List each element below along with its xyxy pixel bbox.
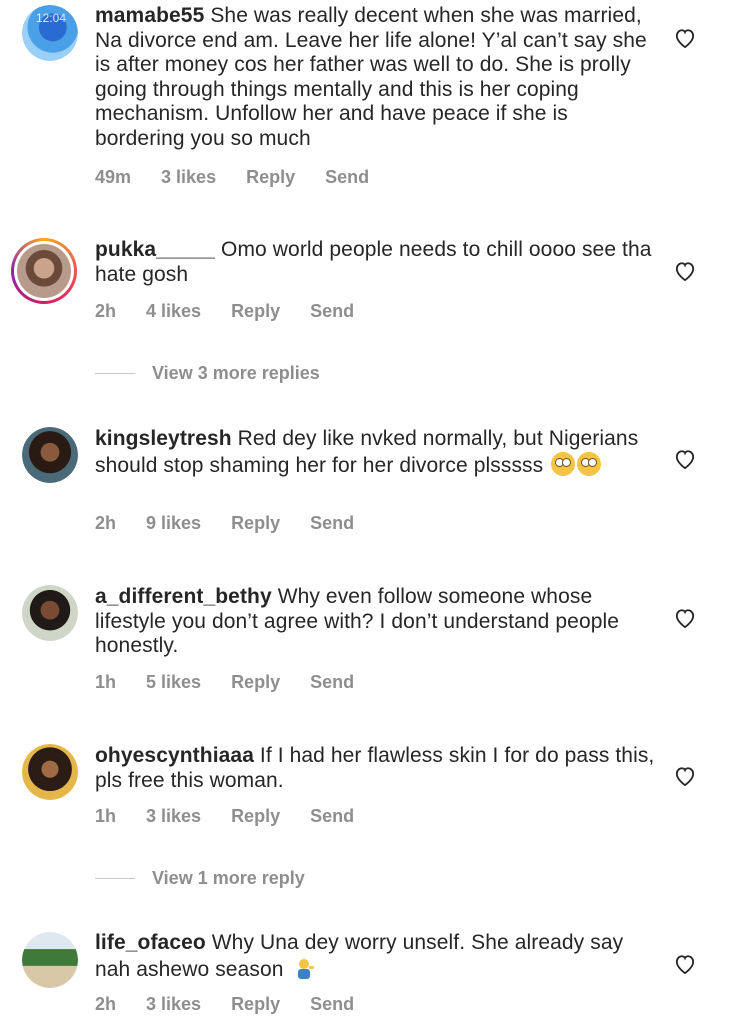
comment-username[interactable]: ohyescynthiaaa [95,744,254,767]
avatar[interactable] [11,238,77,304]
heart-icon[interactable] [674,261,696,281]
comment-likes[interactable]: 9 likes [146,513,201,534]
divider [95,878,135,879]
comment-time: 1h [95,672,117,692]
face-with-rolling-eyes-icon [577,451,602,476]
avatar[interactable] [22,744,78,800]
send-button[interactable]: Send [310,806,354,827]
reply-button[interactable]: Reply [231,513,280,534]
comment-username[interactable]: a_different_bethy [95,585,272,608]
comment-time: 2h [95,301,117,321]
divider [95,373,135,374]
avatar[interactable] [22,585,78,641]
reply-button[interactable]: Reply [231,301,280,322]
comment-username[interactable]: pukka_____ [95,238,215,261]
reply-button[interactable]: Reply [231,806,280,827]
send-button[interactable]: Send [310,994,354,1015]
comment-time: 2h [95,513,117,533]
send-button[interactable]: Send [310,672,354,693]
send-button[interactable]: Send [310,301,354,322]
comment-likes[interactable]: 3 likes [161,167,216,188]
heart-icon[interactable] [674,608,696,628]
send-button[interactable]: Send [325,167,369,188]
person-tipping-hand-icon [298,958,315,979]
send-button[interactable]: Send [310,513,354,534]
heart-icon[interactable] [674,954,696,974]
comment-time: 2h [95,994,117,1014]
comment-likes[interactable]: 5 likes [146,672,201,693]
reply-button[interactable]: Reply [231,672,280,693]
avatar[interactable] [22,932,78,988]
avatar[interactable] [22,427,78,483]
avatar-overlay-time: 12:04 [36,11,67,25]
face-with-rolling-eyes-icon [551,451,576,476]
comment-time: 1h [95,806,117,826]
comment-likes[interactable]: 3 likes [146,806,201,827]
reply-button[interactable]: Reply [231,994,280,1015]
view-more-replies[interactable]: View 1 more reply [95,868,305,889]
view-more-replies[interactable]: View 3 more replies [95,363,320,384]
avatar[interactable]: 12:04 [22,5,78,61]
comment-likes[interactable]: 3 likes [146,994,201,1015]
comment-username[interactable]: mamabe55 [95,4,204,27]
comment-time: 49m [95,167,132,187]
comment-username[interactable]: life_ofaceo [95,931,206,954]
view-replies-label[interactable]: View 3 more replies [152,363,320,384]
reply-button[interactable]: Reply [246,167,295,188]
comment-username[interactable]: kingsleytresh [95,427,232,450]
heart-icon[interactable] [674,28,696,48]
heart-icon[interactable] [674,766,696,786]
comment-likes[interactable]: 4 likes [146,301,201,322]
view-replies-label[interactable]: View 1 more reply [152,868,305,889]
heart-icon[interactable] [674,449,696,469]
